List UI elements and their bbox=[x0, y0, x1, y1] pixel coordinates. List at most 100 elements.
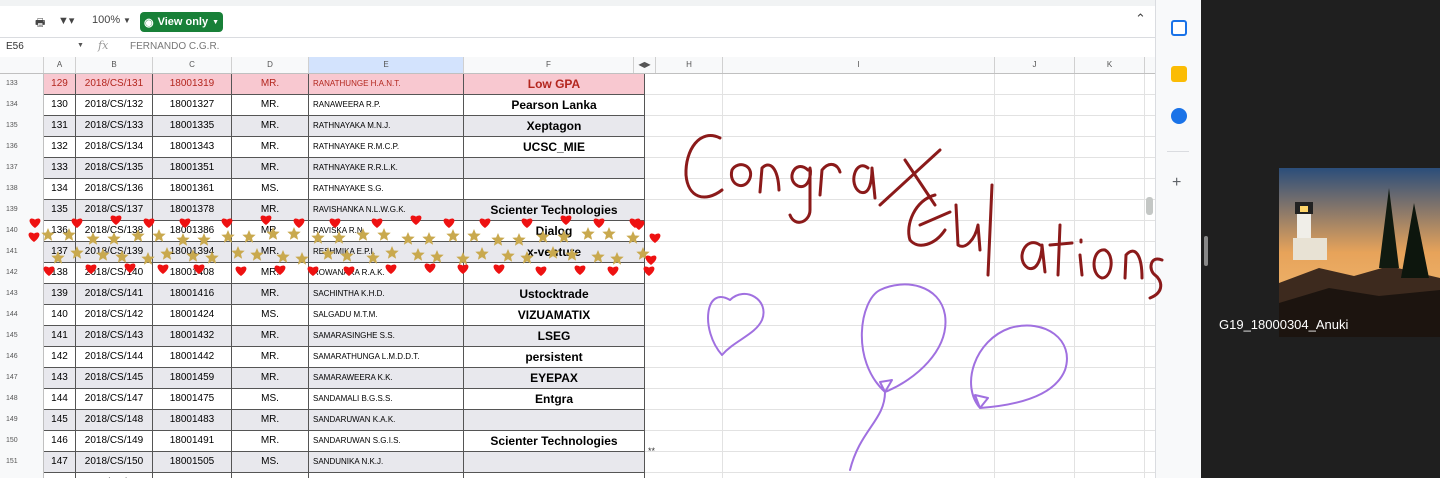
cell-index-no[interactable]: 18001327 bbox=[153, 95, 232, 116]
cell-index[interactable]: 148 bbox=[44, 473, 76, 478]
cell-name[interactable]: SANDARUWAN S.G.I.S. bbox=[309, 431, 464, 452]
row-number[interactable]: 143 bbox=[0, 284, 44, 305]
cell-index-no[interactable]: 18001491 bbox=[153, 431, 232, 452]
cell-reg-no[interactable]: 2018/CS/147 bbox=[76, 389, 153, 410]
row-number[interactable]: 152 bbox=[0, 473, 44, 478]
row-number[interactable]: 145 bbox=[0, 326, 44, 347]
cell-name[interactable]: RAVISHANKA N.L.W.G.K. bbox=[309, 200, 464, 221]
cell-title[interactable]: MS. bbox=[232, 473, 309, 478]
cell-name[interactable]: SALGADU M.T.M. bbox=[309, 305, 464, 326]
cell-index[interactable]: 142 bbox=[44, 347, 76, 368]
cell-title[interactable]: MR. bbox=[232, 284, 309, 305]
cell-index[interactable]: 130 bbox=[44, 95, 76, 116]
cell-reg-no[interactable]: 2018/CS/139 bbox=[76, 242, 153, 263]
cell-index[interactable]: 139 bbox=[44, 284, 76, 305]
cell-company[interactable]: LSEG bbox=[464, 326, 645, 347]
zoom-select[interactable]: 100% bbox=[92, 14, 120, 26]
cell-title[interactable]: MS. bbox=[232, 452, 309, 473]
cell-title[interactable]: MR. bbox=[232, 326, 309, 347]
cell-company[interactable]: Ustocktrade bbox=[464, 284, 645, 305]
cell-reg-no[interactable]: 2018/CS/140 bbox=[76, 263, 153, 284]
cell-name[interactable]: SANDUNIKA N.K.J. bbox=[309, 452, 464, 473]
cell-title[interactable]: MR. bbox=[232, 347, 309, 368]
cell-company[interactable]: persistent bbox=[464, 347, 645, 368]
row-number[interactable]: 141 bbox=[0, 242, 44, 263]
cell-title[interactable]: MR. bbox=[232, 263, 309, 284]
cell-company[interactable]: VIZUAMATIX bbox=[464, 305, 645, 326]
cell-reg-no[interactable]: 2018/CS/136 bbox=[76, 179, 153, 200]
cell-index-no[interactable]: 18001335 bbox=[153, 116, 232, 137]
cell-name[interactable]: SAMARAWEERA K.K. bbox=[309, 368, 464, 389]
row-number[interactable]: 134 bbox=[0, 95, 44, 116]
cell-reg-no[interactable]: 2018/CS/148 bbox=[76, 410, 153, 431]
panel-resize-handle[interactable] bbox=[1204, 236, 1208, 266]
cell-title[interactable]: MR. bbox=[232, 200, 309, 221]
column-header-c[interactable]: C bbox=[153, 57, 232, 73]
cell-name[interactable]: SANDARUWAN K.A.K. bbox=[309, 410, 464, 431]
cell-index[interactable]: 138 bbox=[44, 263, 76, 284]
cell-company[interactable]: EYEPAX bbox=[464, 368, 645, 389]
cell-name[interactable]: RATHNAYAKE R.R.L.K. bbox=[309, 158, 464, 179]
cell-company[interactable] bbox=[464, 410, 645, 431]
row-number[interactable]: 137 bbox=[0, 158, 44, 179]
cell-title[interactable]: MR. bbox=[232, 158, 309, 179]
cell-index-no[interactable]: 18001442 bbox=[153, 347, 232, 368]
cell-reg-no[interactable]: 2018/CS/137 bbox=[76, 200, 153, 221]
row-number[interactable]: 144 bbox=[0, 305, 44, 326]
zoom-chevron-icon[interactable]: ▼ bbox=[123, 16, 131, 25]
column-header-i[interactable]: I bbox=[723, 57, 995, 73]
cell-company[interactable]: Low GPA bbox=[464, 74, 645, 95]
column-header-e[interactable]: E bbox=[309, 57, 464, 73]
row-number[interactable]: 140 bbox=[0, 221, 44, 242]
cell-company[interactable]: Scienter Technologies bbox=[464, 431, 645, 452]
sheet-grid[interactable]: A B C D E F ◀▶ H I J K 133 129 2018/CS/131… bbox=[0, 57, 1155, 478]
cell-index-no[interactable]: 18001459 bbox=[153, 368, 232, 389]
cell-company[interactable] bbox=[464, 473, 645, 478]
cell-reg-no[interactable]: 2018/CS/149 bbox=[76, 431, 153, 452]
cell-index[interactable]: 131 bbox=[44, 116, 76, 137]
cell-name[interactable]: SACHINTHA K.H.D. bbox=[309, 284, 464, 305]
row-number[interactable]: 138 bbox=[0, 179, 44, 200]
row-number[interactable]: 136 bbox=[0, 137, 44, 158]
cell-reg-no[interactable]: 2018/CS/142 bbox=[76, 305, 153, 326]
cell-title[interactable]: MR. bbox=[232, 116, 309, 137]
cell-index-no[interactable]: 18001483 bbox=[153, 410, 232, 431]
cell-company[interactable]: UCSC_MIE bbox=[464, 137, 645, 158]
cell-company[interactable] bbox=[464, 179, 645, 200]
cell-index[interactable]: 145 bbox=[44, 410, 76, 431]
collapse-chevron-icon[interactable]: ⌃ bbox=[1135, 11, 1146, 27]
row-number[interactable]: 146 bbox=[0, 347, 44, 368]
cell-reg-no[interactable]: 2018/CS/133 bbox=[76, 116, 153, 137]
cell-name[interactable]: ROWANARA R.A.K. bbox=[309, 263, 464, 284]
cell-title[interactable]: MR. bbox=[232, 221, 309, 242]
cell-name[interactable]: RESHMIKA E.P.I. bbox=[309, 242, 464, 263]
print-icon[interactable]: 🖶 bbox=[35, 14, 45, 33]
cell-index[interactable]: 144 bbox=[44, 389, 76, 410]
cell-company[interactable]: x-venture bbox=[464, 242, 645, 263]
cell-reg-no[interactable]: 2018/CS/145 bbox=[76, 368, 153, 389]
view-only-button[interactable]: ◉ View only ▼ bbox=[140, 12, 223, 32]
cell-index-no[interactable]: 18001319 bbox=[153, 74, 232, 95]
cell-company[interactable]: Xeptagon bbox=[464, 116, 645, 137]
calendar-icon[interactable] bbox=[1171, 20, 1187, 36]
cell-title[interactable]: MR. bbox=[232, 95, 309, 116]
cell-index-no[interactable]: 18001386 bbox=[153, 221, 232, 242]
cell-company[interactable]: Scienter Technologies bbox=[464, 200, 645, 221]
cell-title[interactable]: MR. bbox=[232, 431, 309, 452]
cell-index[interactable]: 147 bbox=[44, 452, 76, 473]
cell-index[interactable]: 136 bbox=[44, 221, 76, 242]
cell-reg-no[interactable]: 2018/CS/141 bbox=[76, 284, 153, 305]
cell-index-no[interactable]: 18001432 bbox=[153, 326, 232, 347]
name-box[interactable]: E56 bbox=[6, 41, 86, 52]
row-number[interactable]: 148 bbox=[0, 389, 44, 410]
cell-title[interactable]: MR. bbox=[232, 74, 309, 95]
cell-index-no[interactable]: 18001378 bbox=[153, 200, 232, 221]
cell-index-no[interactable]: 18001424 bbox=[153, 305, 232, 326]
row-number[interactable]: 135 bbox=[0, 116, 44, 137]
cell-index-no[interactable]: 18001416 bbox=[153, 284, 232, 305]
cell-index-no[interactable]: 18001343 bbox=[153, 137, 232, 158]
cell-name[interactable]: RATHNAYAKA M.N.J. bbox=[309, 116, 464, 137]
formula-input[interactable]: FERNANDO C.G.R. bbox=[130, 41, 219, 52]
cell-title[interactable]: MR. bbox=[232, 368, 309, 389]
cell-reg-no[interactable]: 2018/CS/131 bbox=[76, 74, 153, 95]
